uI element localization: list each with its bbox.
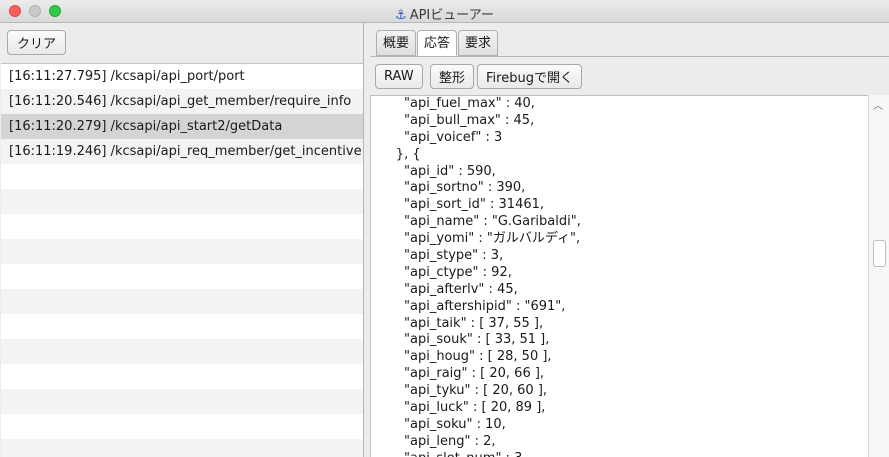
scrollbar-thumb[interactable] <box>873 240 886 267</box>
vertical-scrollbar[interactable]: ︿ <box>868 95 889 457</box>
request-row[interactable]: [16:11:20.546] /kcsapi/api_get_member/re… <box>1 89 363 114</box>
json-line: "api_luck" : [ 20, 89 ], <box>371 400 546 416</box>
empty-row <box>1 339 363 364</box>
empty-row <box>1 364 363 389</box>
json-line: "api_voicef" : 3 <box>371 129 503 145</box>
empty-row <box>1 289 363 314</box>
request-pane: クリア [16:11:27.795] /kcsapi/api_port/port… <box>0 23 364 457</box>
json-line: "api_taik" : [ 37, 55 ], <box>371 315 544 331</box>
empty-row <box>1 414 363 439</box>
json-line: "api_yomi" : "ガルバルディ", <box>371 231 581 247</box>
window-title: ⚓ APIビューアー <box>0 4 889 23</box>
response-json-view[interactable]: "api_fuel_max" : 40, "api_bull_max" : 45… <box>370 95 868 457</box>
json-line: "api_leng" : 2, <box>371 433 496 449</box>
detail-pane: 概要 応答 要求 RAW 整形 Firebugで開く "api_fuel_max" … <box>365 23 889 457</box>
json-line: "api_sort_id" : 31461, <box>371 197 545 213</box>
tab-0[interactable]: 概要 <box>376 30 417 56</box>
empty-row <box>1 389 363 414</box>
request-list[interactable]: [16:11:27.795] /kcsapi/api_port/port [16:… <box>1 63 363 457</box>
json-line: "api_afterlv" : 45, <box>371 281 518 297</box>
request-row[interactable]: [16:11:20.279] /kcsapi/api_start2/getDat… <box>1 114 363 139</box>
json-line: "api_souk" : [ 33, 51 ], <box>371 332 550 348</box>
json-line: "api_aftershipid" : "691", <box>371 298 566 314</box>
json-line: "api_houg" : [ 28, 50 ], <box>371 349 552 365</box>
empty-row <box>1 439 363 457</box>
json-line: "api_name" : "G.Garibaldi", <box>371 214 581 230</box>
empty-row <box>1 214 363 239</box>
json-line: "api_fuel_max" : 40, <box>371 96 535 111</box>
json-line: "api_soku" : 10, <box>371 416 506 432</box>
format-button[interactable]: 整形 <box>430 64 475 89</box>
empty-row <box>1 189 363 214</box>
json-line: "api_stype" : 3, <box>371 248 504 264</box>
json-line: "api_slot_num" : 3 <box>371 451 868 457</box>
empty-row <box>1 264 363 289</box>
clear-button[interactable]: クリア <box>7 30 67 55</box>
request-row[interactable]: [16:11:27.795] /kcsapi/api_port/port <box>1 64 363 89</box>
json-line: "api_tyku" : [ 20, 60 ], <box>371 383 548 399</box>
request-row[interactable]: [16:11:19.246] /kcsapi/api_req_member/ge… <box>1 139 363 164</box>
tab-1[interactable]: 応答 <box>417 30 458 56</box>
detail-tabs: 概要 応答 要求 <box>376 30 499 56</box>
title-bar: ⚓ APIビューアー <box>0 0 889 23</box>
open-in-firebug-button[interactable]: Firebugで開く <box>477 64 582 89</box>
response-toolbar: RAW 整形 Firebugで開く <box>370 56 889 94</box>
window-title-text: APIビューアー <box>409 8 494 23</box>
empty-row <box>1 239 363 264</box>
tab-2[interactable]: 要求 <box>458 30 499 56</box>
raw-button[interactable]: RAW <box>375 64 423 89</box>
json-line: "api_raig" : [ 20, 66 ], <box>371 366 545 382</box>
json-line: }, { <box>371 146 421 162</box>
chevron-up-icon[interactable]: ︿ <box>873 97 883 112</box>
json-line: "api_bull_max" : 45, <box>371 112 535 128</box>
anchor-icon: ⚓ <box>395 8 407 23</box>
empty-row <box>1 164 363 189</box>
json-line: "api_id" : 590, <box>371 163 496 179</box>
empty-row <box>1 314 363 339</box>
json-line: "api_ctype" : 92, <box>371 264 512 280</box>
json-line: "api_sortno" : 390, <box>371 180 526 196</box>
